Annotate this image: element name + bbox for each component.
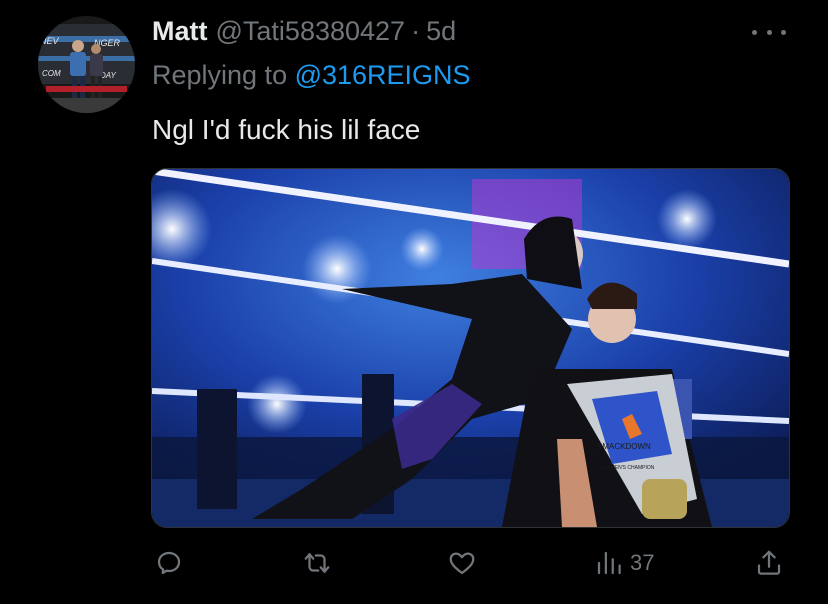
title-belt-text: SMACKDOWN bbox=[597, 442, 651, 451]
share-button[interactable] bbox=[754, 535, 784, 591]
tweet-text: Ngl I'd fuck his lil face bbox=[152, 114, 421, 145]
avatar-sign-text-3: COM bbox=[42, 69, 61, 78]
heart-icon bbox=[449, 552, 475, 575]
tweet-time[interactable]: 5d bbox=[426, 16, 456, 47]
share-icon bbox=[757, 550, 781, 575]
avatar[interactable]: NEV NGER COM DAY bbox=[38, 16, 135, 113]
replying-to: Replying to @316REIGNS bbox=[152, 60, 471, 91]
separator-dot: · bbox=[411, 15, 421, 46]
retweet-icon bbox=[304, 553, 330, 573]
author-handle[interactable]: @Tati58380427 bbox=[216, 16, 406, 47]
more-options-icon[interactable] bbox=[752, 22, 786, 42]
reply-icon bbox=[157, 551, 181, 575]
reply-button[interactable] bbox=[154, 535, 184, 591]
tweet-actions: 37 bbox=[0, 535, 828, 591]
title-belt-subtext: WOMEN'S CHAMPION bbox=[602, 465, 655, 471]
retweet-button[interactable] bbox=[302, 535, 332, 591]
views-count: 37 bbox=[630, 550, 655, 575]
views-icon bbox=[597, 551, 621, 575]
views-button[interactable]: 37 bbox=[594, 535, 654, 591]
like-button[interactable] bbox=[447, 535, 477, 591]
replying-to-label: Replying to bbox=[152, 60, 295, 90]
tweet-media[interactable]: SMACKDOWN WOMEN'S CHAMPION bbox=[151, 168, 790, 528]
avatar-sign-text-1: NEV bbox=[40, 36, 60, 46]
author-name[interactable]: Matt bbox=[152, 16, 208, 47]
media-image: SMACKDOWN WOMEN'S CHAMPION bbox=[152, 169, 789, 527]
tweet-header: Matt @Tati58380427 · 5d bbox=[152, 14, 456, 48]
avatar-image: NEV NGER COM DAY bbox=[38, 16, 135, 113]
reply-mention-link[interactable]: @316REIGNS bbox=[295, 60, 471, 90]
